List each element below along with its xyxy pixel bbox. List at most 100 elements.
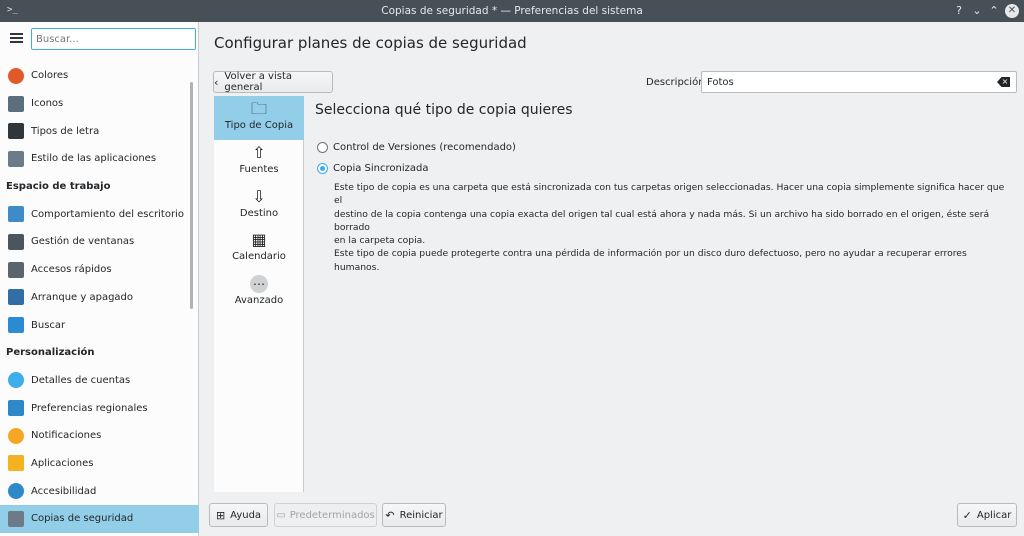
sidebar-item-label: Notificaciones: [31, 430, 102, 442]
tab-item[interactable]: 🗀 Tipo de Copia: [214, 96, 304, 140]
sidebar-scrollbar[interactable]: [190, 82, 193, 309]
account-icon: [8, 372, 24, 389]
tab-item[interactable]: ⇧ Fuentes: [214, 140, 304, 184]
help-window-button[interactable]: ?: [952, 4, 966, 18]
sidebar-item-label: Accesos rápidos: [31, 264, 112, 276]
accessibility-icon: [8, 483, 24, 500]
description-label: Descripción:: [646, 77, 708, 88]
sidebar-item[interactable]: Iconos: [0, 90, 199, 118]
sidebar-item-label: Accesibilidad: [31, 485, 97, 497]
sidebar-item[interactable]: Tipos de letra: [0, 117, 199, 145]
tab-label: Avanzado: [234, 295, 284, 307]
sidebar-item[interactable]: Accesibilidad: [0, 477, 199, 505]
shortcuts-icon: [8, 261, 24, 278]
sidebar-item[interactable]: Comportamiento del escritorio: [0, 200, 199, 228]
search-input[interactable]: [31, 28, 196, 50]
help-line: en la carpeta copia.: [334, 235, 426, 247]
sidebar-item[interactable]: Accesos rápidos: [0, 256, 199, 284]
sidebar-item[interactable]: Detalles de cuentas: [0, 367, 199, 395]
radio-version-control[interactable]: Control de Versiones (recomendado): [317, 142, 516, 153]
radio-button[interactable]: [317, 142, 328, 153]
sidebar-item[interactable]: Preferencias regionales: [0, 394, 199, 422]
description-field[interactable]: Fotos ×: [701, 71, 1017, 93]
sidebar-item[interactable]: Aplicaciones: [0, 450, 199, 478]
tab-item[interactable]: ▦ Calendario: [214, 227, 304, 271]
help-button[interactable]: ⊞ Ayuda: [209, 503, 268, 527]
window-management-icon: [8, 233, 24, 250]
applications-icon: [8, 455, 24, 472]
sidebar-item-label: Detalles de cuentas: [31, 374, 131, 386]
back-to-overview-button[interactable]: ‹ Volver a vista general: [213, 71, 333, 93]
apply-button[interactable]: ✓ Aplicar: [957, 503, 1017, 527]
sidebar-item[interactable]: Estilo de las aplicaciones: [0, 145, 199, 173]
radio-label: Control de Versiones (recomendado): [333, 142, 516, 153]
panel-title: Selecciona qué tipo de copia quieres: [315, 102, 573, 118]
help-icon: ⊞: [215, 508, 226, 522]
sidebar-item-label: Iconos: [31, 98, 64, 110]
radio-sync-copy[interactable]: Copia Sincronizada: [317, 163, 428, 174]
help-text: Este tipo de copia es una carpeta que es…: [334, 181, 1014, 274]
destination-download-icon: ⇩: [252, 186, 266, 206]
sidebar-item[interactable]: Gestión de ventanas: [0, 228, 199, 256]
sidebar-item-label: Estilo de las aplicaciones: [31, 153, 157, 165]
defaults-icon: ▭: [276, 509, 286, 521]
sidebar-item[interactable]: Copias de seguridad: [0, 505, 199, 533]
sidebar-item-label: Gestión de ventanas: [31, 236, 135, 248]
close-button[interactable]: ✕: [1005, 4, 1019, 18]
description-value: Fotos: [707, 77, 734, 88]
colors-icon: [8, 67, 24, 84]
chevron-left-icon: ‹: [214, 75, 219, 89]
maximize-button[interactable]: ⌃: [987, 4, 1001, 18]
calendar-icon: ▦: [251, 230, 267, 250]
title-bar: >_ Copias de seguridad * — Preferencias …: [0, 0, 1024, 22]
sidebar-section-header: Espacio de trabajo: [6, 181, 111, 193]
folder-backup-icon: 🗀: [250, 99, 267, 118]
sidebar-item-label: Colores: [31, 70, 69, 82]
tab-item[interactable]: ⋯ Avanzado: [214, 271, 304, 315]
help-line: Este tipo de copia es una carpeta que es…: [334, 182, 1005, 207]
minimize-button[interactable]: ⌄: [970, 4, 984, 18]
window-title: Copias de seguridad * — Preferencias del…: [381, 5, 643, 17]
sidebar-item-label: Tipos de letra: [31, 125, 100, 137]
sidebar-item[interactable]: Buscar: [0, 311, 199, 339]
regional-icon: [8, 400, 24, 417]
back-button-label: Volver a vista general: [224, 71, 292, 93]
reset-button[interactable]: ↶ Reiniciar: [382, 503, 446, 527]
font-icon: [8, 123, 24, 140]
sidebar-item-label: Comportamiento del escritorio: [31, 208, 184, 220]
apply-button-label: Aplicar: [976, 509, 1012, 521]
tab-label: Tipo de Copia: [224, 120, 294, 131]
clear-text-icon[interactable]: ×: [997, 77, 1010, 87]
help-line: Este tipo de copia puede protegerte cont…: [334, 248, 967, 273]
menu-icon[interactable]: [10, 33, 23, 43]
radio-button[interactable]: [317, 163, 328, 174]
defaults-button[interactable]: ▭ Predeterminados: [274, 503, 377, 527]
reset-button-label: Reiniciar: [399, 509, 443, 521]
backup-config-tabs: 🗀 Tipo de Copia ⇧ Fuentes ⇩ Destino ▦ Calendari…: [214, 96, 304, 492]
sidebar-item[interactable]: Colores: [0, 62, 199, 90]
tab-label: Destino: [239, 207, 279, 219]
backup-icon: [8, 510, 24, 527]
desktop-behavior-icon: [8, 206, 24, 223]
search-icon: [8, 317, 24, 334]
startup-shutdown-icon: [8, 289, 24, 306]
sidebar: Colores Iconos Tipos de letra Estilo de las…: [0, 22, 199, 536]
more-icon: ⋯: [250, 275, 268, 294]
help-button-label: Ayuda: [230, 509, 262, 521]
sidebar-item[interactable]: Notificaciones: [0, 422, 199, 450]
app-style-icon: [8, 150, 24, 167]
sidebar-section-header: Personalización: [6, 347, 95, 359]
tab-label: Fuentes: [239, 163, 279, 175]
radio-label: Copia Sincronizada: [333, 163, 429, 174]
sidebar-item-label: Copias de seguridad: [31, 513, 134, 525]
tab-item[interactable]: ⇩ Destino: [214, 184, 304, 228]
page-title: Configurar planes de copias de seguridad: [214, 34, 527, 52]
sidebar-item-label: Arranque y apagado: [31, 291, 134, 303]
icons-icon: [8, 95, 24, 112]
sources-upload-icon: ⇧: [252, 142, 266, 162]
sidebar-item[interactable]: Arranque y apagado: [0, 284, 199, 312]
main-content: Configurar planes de copias de seguridad…: [200, 22, 1024, 536]
check-icon: ✓: [962, 508, 972, 522]
tab-label: Calendario: [232, 251, 286, 263]
sidebar-item-label: Aplicaciones: [31, 457, 94, 469]
